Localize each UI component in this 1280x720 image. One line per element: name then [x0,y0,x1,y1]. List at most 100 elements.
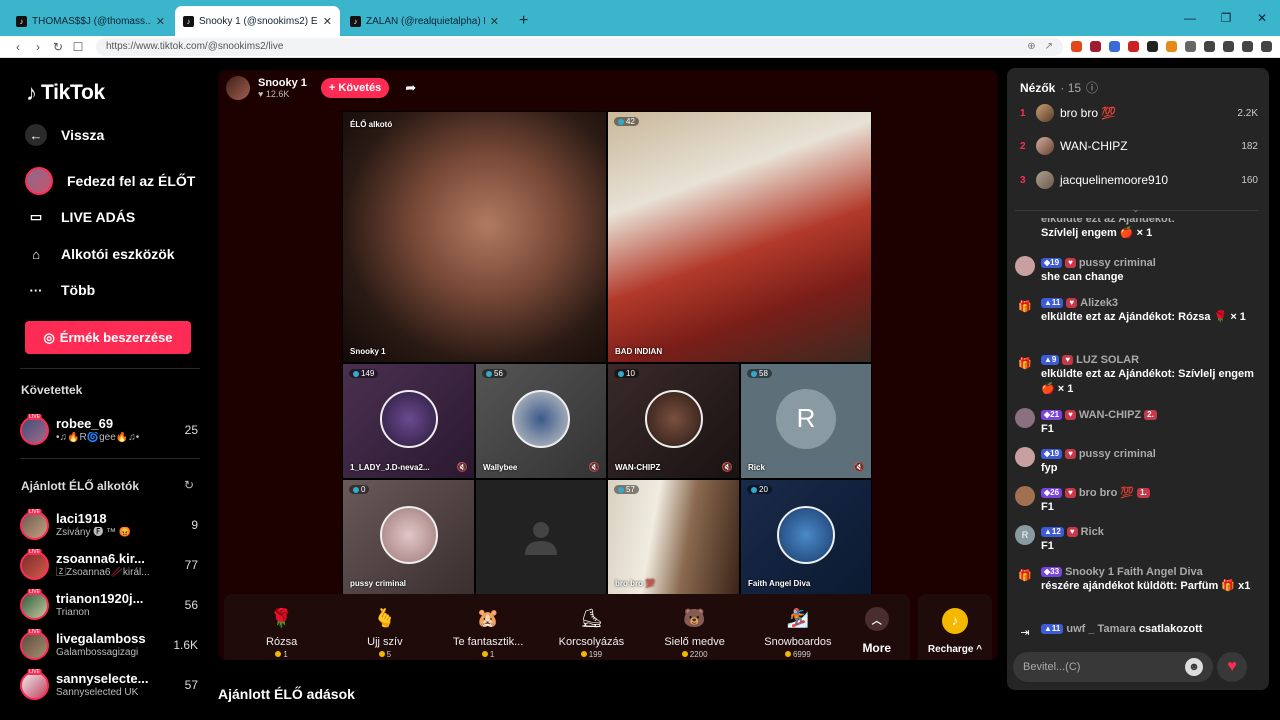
viewer-rank: 3 [1020,174,1026,186]
puzzle-icon[interactable] [1185,41,1196,52]
gift-price: 5 [378,650,391,659]
guest-avatar [644,389,703,448]
recommended-user[interactable]: LIVE livegalamboss Galambossagizagi 1.6K [20,627,198,663]
guest-avatar [512,389,570,448]
guest-video[interactable]: 42 BAD INDIAN [607,111,872,363]
chat-sender[interactable]: WAN-CHIPZ [1079,408,1141,422]
maximize-icon[interactable]: ❐ [1208,11,1244,25]
guest-tile[interactable]: 0 pussy criminal [342,479,475,595]
gift-item[interactable]: 🫰 Ujj szív 5 [333,599,436,660]
recommended-user[interactable]: LIVE sannyselecte... Sannyselected UK 57 [20,667,198,703]
reload-icon[interactable]: ↻ [48,40,68,54]
close-tab-icon[interactable]: ✕ [156,15,165,28]
browser-tab[interactable]: ♪ THOMAS$$J (@thomass... ✕ [8,6,173,36]
gift-item[interactable]: 🌹 Rózsa 1 [230,599,333,660]
translate-icon[interactable] [1109,41,1120,52]
chat-input[interactable]: Bevitel...(C) ☻ [1013,652,1213,682]
back-icon[interactable]: ‹ [8,40,28,54]
gift-item[interactable]: 🐻 Sielő medve 2200 [643,599,746,660]
top-viewer[interactable]: 2 WAN-CHIPZ 182 [1020,135,1258,157]
nav-more[interactable]: ··· Több [25,279,96,301]
more-label: More [862,641,892,655]
chat-sender[interactable]: bro bro 💯 [1079,486,1134,500]
extension-icon[interactable] [1128,41,1139,52]
fan-badge-icon: ♥ [1065,257,1076,269]
like-heart-button[interactable]: ♥ [1217,652,1247,682]
guest-tile[interactable]: 10 WAN-CHIPZ 🔇 [607,363,740,479]
nav-live[interactable]: ▭ LIVE ADÁS [25,206,135,228]
gift-item[interactable]: 🏂 Snowboardos 6999 [746,599,849,660]
extension-icon[interactable] [1147,41,1158,52]
chat-sender[interactable]: uwf _ Tamara [1066,622,1136,636]
tiktok-logo[interactable]: ♪ TikTok [26,80,105,106]
recommended-heading: Ajánlott ÉLŐ alkotók [21,479,140,493]
recommended-user[interactable]: LIVE trianon1920j... Trianon 56 [20,587,198,623]
guest-tile[interactable]: 20 Faith Angel Diva [740,479,872,595]
following-user[interactable]: LIVE robee_69 •♫🔥R🌀gee🔥♫• 25 [20,412,198,448]
more-gifts-button[interactable]: ︿ More [850,607,905,655]
top-viewer[interactable]: 1 bro bro 💯 2.2K [1020,102,1258,124]
rewards-icon[interactable] [1090,41,1101,52]
avatar[interactable] [1015,486,1035,506]
browser-tab-active[interactable]: ♪ Snooky 1 (@snookims2) ÉLŐ ✕ [175,6,340,36]
emoji-icon[interactable]: ☻ [1185,658,1203,676]
browser-tab[interactable]: ♪ ZALÁN (@realquietalpha) ÉLŐ ✕ [342,6,507,36]
close-window-icon[interactable]: ✕ [1244,11,1280,25]
zoom-icon[interactable]: ⊕ [1027,41,1035,52]
nav-explore-live[interactable]: Fedezd fel az ÉLŐT [25,167,195,195]
guest-tile[interactable]: 56 Wallybee 🔇 [475,363,607,479]
get-coins-button[interactable]: ◎ Érmék beszerzése [25,321,191,354]
gift-item[interactable]: 🐹 Te fantasztik... 1 [437,599,540,660]
level-badge: ▲9 [1041,354,1060,366]
media-icon[interactable] [1204,41,1215,52]
host-video[interactable]: ÉLŐ alkotó Snooky 1 [342,111,607,363]
sidebar-icon[interactable] [1223,41,1234,52]
close-tab-icon[interactable]: ✕ [323,15,332,28]
top-viewer[interactable]: 3 jacquelinemoore910 160 [1020,169,1258,191]
host-name[interactable]: Snooky 1 [258,77,307,89]
refresh-icon[interactable]: ↻ [184,478,194,492]
chat-sender[interactable]: Alizek3 [1080,296,1118,310]
chat-sender[interactable]: Rick [1081,525,1104,539]
bookmark-icon[interactable]: ☐ [68,40,88,54]
recommended-user[interactable]: LIVE zsoanna6.kir... 🅉Zsoanna6🥢királ... 7… [20,547,198,583]
expand-chevron-icon[interactable]: ⌄ [1132,204,1140,215]
recharge-button[interactable]: ♪ Recharge ^ [918,594,992,660]
guest-tile[interactable]: 58 R Rick 🔇 [740,363,872,479]
share-page-icon[interactable]: ↗ [1045,41,1053,52]
mic-muted-icon: 🔇 [721,462,733,472]
chat-message: ◆26 ♥ bro bro 💯 1. F1 [1015,486,1259,515]
avatar[interactable]: R [1015,525,1035,545]
creator-label: ÉLŐ alkotó [350,120,393,129]
nav-creator-tools[interactable]: ⌂ Alkotói eszközök [25,243,175,265]
chat-sender[interactable]: pussy criminal [1079,256,1156,270]
wallet-icon[interactable] [1242,41,1253,52]
empty-guest-slot[interactable] [475,479,607,595]
brave-shield-icon[interactable] [1071,41,1082,52]
url-field[interactable]: https://www.tiktok.com/@snookims2/live ⊕… [96,37,1063,56]
host-avatar[interactable] [226,76,250,100]
chat-sender[interactable]: LUZ SOLAR [1076,353,1139,367]
help-icon[interactable]: ⓘ [1086,79,1098,96]
user-name: robee_69 [56,416,114,431]
share-icon[interactable]: ➦ [405,80,416,96]
tiktok-page: ♪ TikTok ← Vissza Fedezd fel az ÉLŐT ▭ L… [8,60,1272,720]
avatar[interactable] [1015,408,1035,428]
nav-back[interactable]: ← Vissza [25,124,104,146]
chat-sender[interactable]: Snooky 1 Faith Angel Diva [1065,565,1203,579]
extension-icon[interactable] [1166,41,1177,52]
chat-sender[interactable]: pussy criminal [1079,447,1156,461]
guest-name: Rick [748,463,765,472]
new-tab-button[interactable]: + [509,6,538,36]
minimize-icon[interactable]: — [1172,11,1208,25]
menu-icon[interactable] [1261,41,1272,52]
gift-item[interactable]: ⛸ Korcsolyázás 199 [540,599,643,660]
close-tab-icon[interactable]: ✕ [490,15,499,28]
guest-tile[interactable]: 149 1_LADY_J.D-neva2... 🔇 [342,363,475,479]
avatar[interactable] [1015,447,1035,467]
follow-button[interactable]: + Követés [320,78,390,98]
recommended-user[interactable]: LIVE laci1918 Zsivány 🅕 ™ 😡 9 [20,507,198,543]
guest-tile[interactable]: 57 bro bro 💯 [607,479,740,595]
forward-icon[interactable]: › [28,40,48,54]
avatar[interactable] [1015,256,1035,276]
